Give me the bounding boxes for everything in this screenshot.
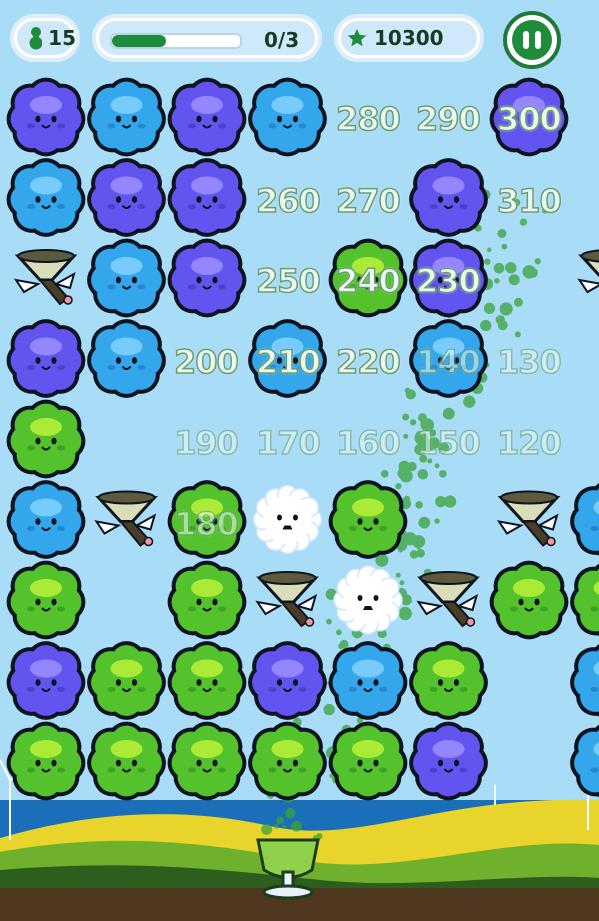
green-blob[interactable] bbox=[248, 721, 327, 801]
snowflake-blob[interactable] bbox=[252, 484, 323, 555]
floating-score: 150 bbox=[415, 423, 481, 463]
green-blob[interactable] bbox=[328, 721, 408, 801]
floating-score: 220 bbox=[335, 342, 401, 382]
purple-blob[interactable] bbox=[6, 77, 86, 157]
funnel-bird[interactable] bbox=[94, 490, 158, 547]
green-blob[interactable] bbox=[167, 641, 247, 720]
purple-blob[interactable] bbox=[167, 77, 247, 157]
floating-score: 170 bbox=[255, 423, 321, 463]
lime-bottle-icon bbox=[29, 27, 43, 50]
purple-blob[interactable] bbox=[6, 319, 86, 398]
green-blob[interactable] bbox=[328, 480, 408, 559]
purple-blob[interactable] bbox=[6, 641, 86, 720]
funnel-bird[interactable] bbox=[577, 249, 599, 304]
green-blob[interactable] bbox=[87, 641, 166, 720]
progress-text: 0/3 bbox=[264, 28, 300, 52]
funnel-bird[interactable] bbox=[255, 571, 319, 628]
floating-score: 290 bbox=[415, 99, 481, 139]
funnel-bird[interactable] bbox=[416, 571, 480, 628]
blue-blob[interactable] bbox=[6, 480, 86, 559]
floating-score: 240 bbox=[335, 261, 401, 301]
blue-blob[interactable] bbox=[6, 158, 86, 237]
purple-blob[interactable] bbox=[167, 238, 247, 318]
blue-blob[interactable] bbox=[328, 641, 408, 720]
pause-icon bbox=[512, 20, 552, 60]
floating-score: 160 bbox=[335, 423, 401, 463]
floating-score: 270 bbox=[335, 181, 401, 221]
blue-blob[interactable] bbox=[570, 480, 599, 559]
purple-blob[interactable] bbox=[167, 158, 247, 237]
purple-blob[interactable] bbox=[409, 158, 488, 237]
floating-score: 230 bbox=[415, 261, 481, 301]
green-blob[interactable] bbox=[570, 561, 599, 640]
floating-score: 120 bbox=[496, 423, 562, 463]
purple-blob[interactable] bbox=[409, 721, 488, 801]
purple-blob[interactable] bbox=[87, 158, 166, 237]
purple-blob[interactable] bbox=[248, 641, 327, 720]
game-scene: 280 290 300 260 270 310 250 240 230 200 210 220 140 1… bbox=[0, 0, 599, 921]
blue-blob[interactable] bbox=[570, 641, 599, 720]
floating-score: 260 bbox=[255, 181, 321, 221]
floating-score: 130 bbox=[496, 342, 562, 382]
floating-score: 300 bbox=[496, 99, 562, 139]
progress-bar bbox=[110, 33, 242, 49]
blue-blob[interactable] bbox=[87, 238, 166, 318]
green-blob[interactable] bbox=[167, 721, 247, 801]
snowflake-blob[interactable] bbox=[333, 565, 403, 635]
goal-progress: 0/3 bbox=[92, 14, 322, 62]
score-counter: 10300 bbox=[334, 14, 484, 62]
floating-score: 200 bbox=[173, 342, 239, 382]
blue-blob[interactable] bbox=[570, 722, 599, 801]
floating-score: 190 bbox=[173, 423, 239, 463]
pause-button[interactable] bbox=[503, 11, 561, 69]
funnel-bird[interactable] bbox=[496, 490, 561, 547]
progress-bar-fill bbox=[112, 35, 166, 47]
green-blob[interactable] bbox=[87, 721, 166, 801]
moves-value: 15 bbox=[48, 26, 76, 50]
score-value: 10300 bbox=[374, 26, 444, 50]
blue-blob[interactable] bbox=[87, 319, 166, 398]
blue-blob[interactable] bbox=[87, 77, 166, 157]
star-icon bbox=[347, 28, 367, 47]
green-blob[interactable] bbox=[409, 641, 488, 720]
green-blob[interactable] bbox=[489, 560, 569, 640]
floating-score: 250 bbox=[255, 261, 321, 301]
floating-score: 210 bbox=[255, 342, 321, 382]
blue-blob[interactable] bbox=[248, 77, 327, 157]
green-blob[interactable] bbox=[6, 399, 86, 479]
green-blob[interactable] bbox=[6, 560, 86, 640]
floating-score: 280 bbox=[335, 99, 401, 139]
floating-score: 310 bbox=[496, 181, 562, 221]
green-blob[interactable] bbox=[6, 721, 86, 801]
moves-counter: 15 bbox=[10, 14, 80, 62]
funnel-bird[interactable] bbox=[13, 249, 78, 306]
floating-score: 140 bbox=[415, 342, 481, 382]
green-blob[interactable] bbox=[167, 560, 247, 640]
floating-score: 180 bbox=[173, 504, 239, 544]
